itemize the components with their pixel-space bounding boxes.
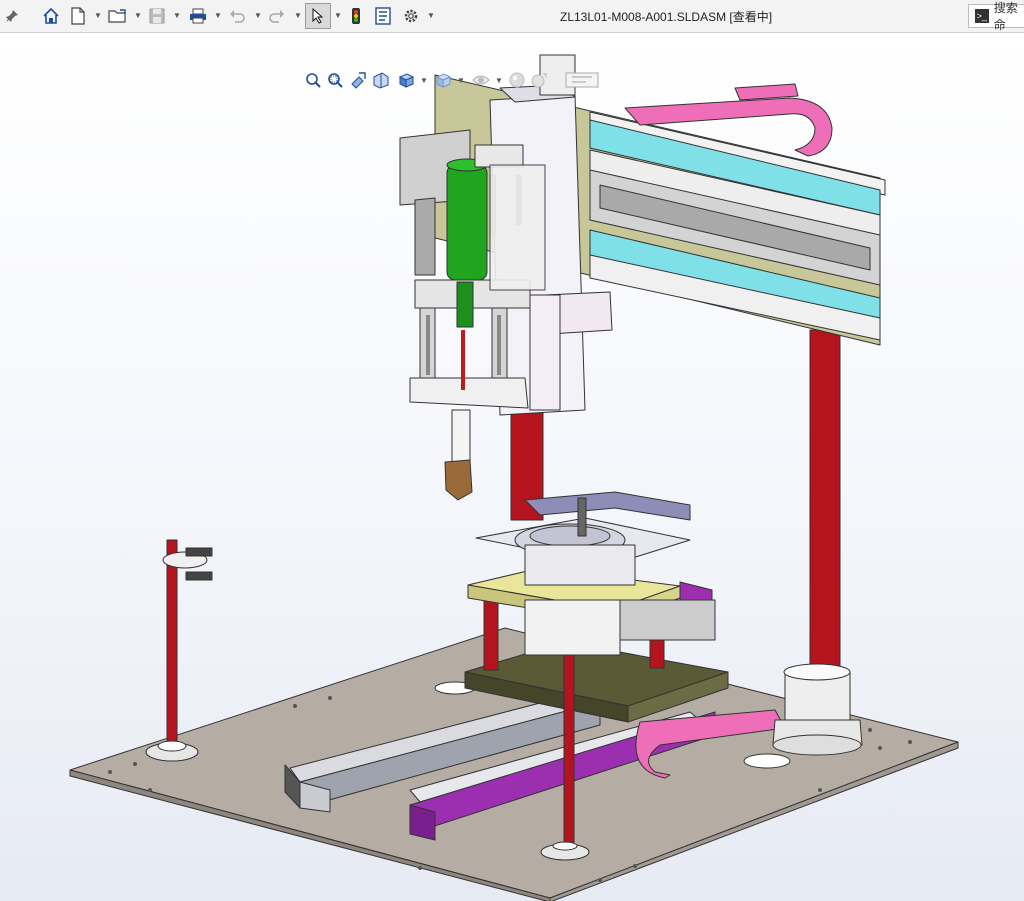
options-gear-icon[interactable] — [400, 4, 422, 28]
chevron-down-icon[interactable]: ▼ — [420, 76, 428, 85]
print-icon[interactable] — [186, 4, 210, 28]
section-view-icon[interactable] — [371, 69, 391, 91]
open-folder-icon[interactable] — [106, 4, 130, 28]
chevron-down-icon[interactable]: ▼ — [134, 11, 142, 20]
window-title: ZL13L01-M008-A001.SLDASM [查看中] — [560, 10, 773, 24]
display-style-icon[interactable] — [432, 69, 454, 91]
undo-icon[interactable] — [226, 4, 248, 28]
chevron-down-icon[interactable]: ▼ — [457, 76, 465, 85]
file-properties-icon[interactable] — [372, 4, 394, 28]
chevron-down-icon[interactable]: ▼ — [94, 11, 102, 20]
title-bar: ▼ ▼ ▼ ▼ ▼ ▼ ▼ ▼ ZL13L01-M008-A001.SLDASM… — [0, 0, 1024, 33]
chevron-down-icon[interactable]: ▼ — [495, 76, 503, 85]
chevron-down-icon[interactable]: ▼ — [427, 11, 435, 20]
chevron-down-icon[interactable]: ▼ — [254, 11, 262, 20]
home-icon[interactable] — [40, 4, 62, 28]
chevron-down-icon[interactable]: ▼ — [294, 11, 302, 20]
command-prompt-icon: >_ — [975, 9, 989, 23]
new-document-icon[interactable] — [68, 4, 88, 28]
zoom-to-fit-icon[interactable] — [303, 69, 323, 91]
chevron-down-icon[interactable]: ▼ — [173, 11, 181, 20]
chevron-down-icon[interactable]: ▼ — [334, 11, 342, 20]
redo-icon[interactable] — [266, 4, 288, 28]
search-label: 搜索命 — [993, 1, 1018, 32]
select-cursor-icon[interactable] — [305, 3, 331, 29]
hide-show-items-icon[interactable] — [470, 69, 492, 91]
zoom-to-area-icon[interactable] — [325, 69, 345, 91]
graphics-area[interactable]: ▼ ▼ ▼ — [0, 33, 1024, 901]
nozzle — [451, 409, 471, 466]
save-icon[interactable] — [146, 4, 168, 28]
view-settings-icon[interactable] — [562, 69, 602, 91]
previous-view-icon[interactable] — [348, 69, 368, 91]
search-commands-input[interactable]: >_ 搜索命 — [968, 1, 1024, 32]
pin-icon[interactable] — [2, 4, 22, 28]
green-syringe — [446, 164, 488, 281]
assembly-model — [69, 54, 959, 901]
view-orientation-icon[interactable] — [395, 69, 417, 91]
edit-appearance-icon[interactable] — [506, 69, 528, 91]
rebuild-traffic-light-icon[interactable] — [346, 4, 366, 28]
chevron-down-icon[interactable]: ▼ — [214, 11, 222, 20]
apply-scene-icon[interactable] — [528, 69, 550, 91]
